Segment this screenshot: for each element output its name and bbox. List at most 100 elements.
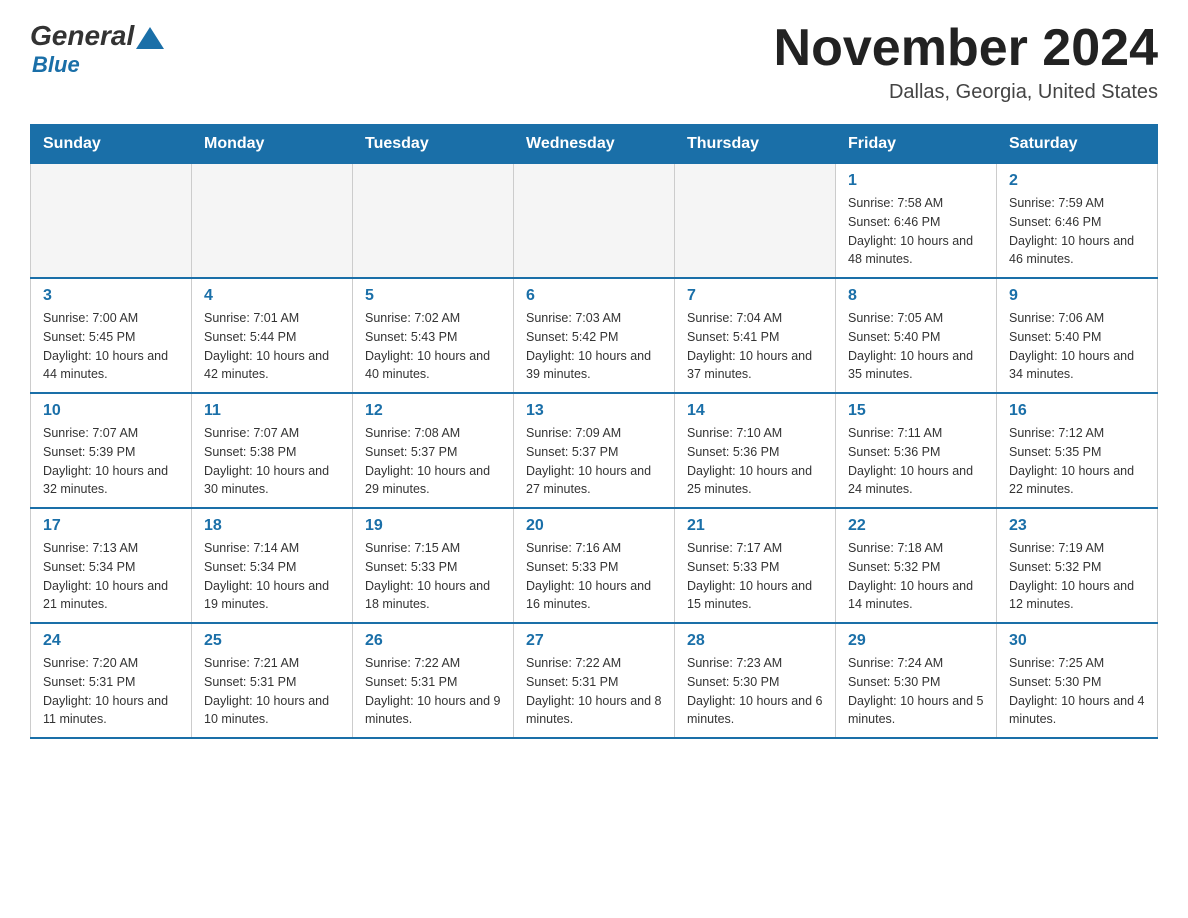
day-number: 2 — [1009, 172, 1145, 190]
day-info: Sunrise: 7:24 AM Sunset: 5:30 PM Dayligh… — [848, 654, 984, 729]
day-info: Sunrise: 7:22 AM Sunset: 5:31 PM Dayligh… — [526, 654, 662, 729]
day-number: 23 — [1009, 517, 1145, 535]
day-info: Sunrise: 7:23 AM Sunset: 5:30 PM Dayligh… — [687, 654, 823, 729]
calendar-cell: 9Sunrise: 7:06 AM Sunset: 5:40 PM Daylig… — [997, 278, 1158, 393]
calendar-cell: 3Sunrise: 7:00 AM Sunset: 5:45 PM Daylig… — [31, 278, 192, 393]
day-info: Sunrise: 7:06 AM Sunset: 5:40 PM Dayligh… — [1009, 309, 1145, 384]
day-number: 21 — [687, 517, 823, 535]
day-info: Sunrise: 7:04 AM Sunset: 5:41 PM Dayligh… — [687, 309, 823, 384]
day-info: Sunrise: 7:16 AM Sunset: 5:33 PM Dayligh… — [526, 539, 662, 614]
day-number: 26 — [365, 632, 501, 650]
day-info: Sunrise: 7:17 AM Sunset: 5:33 PM Dayligh… — [687, 539, 823, 614]
calendar-cell: 8 Sunrise: 7:05 AM Sunset: 5:40 PM Daylig… — [836, 278, 997, 393]
header-tuesday: Tuesday — [353, 125, 514, 164]
calendar-cell — [353, 164, 514, 279]
day-info: Sunrise: 7:07 AM Sunset: 5:38 PM Dayligh… — [204, 424, 340, 499]
calendar-cell: 23 Sunrise: 7:19 AM Sunset: 5:32 PM Dayli… — [997, 508, 1158, 623]
day-info: Sunrise: 7:25 AM Sunset: 5:30 PM Dayligh… — [1009, 654, 1145, 729]
day-number: 17 — [43, 517, 179, 535]
location-subtitle: Dallas, Georgia, United States — [774, 81, 1158, 104]
calendar-cell: 15 Sunrise: 7:11 AM Sunset: 5:36 PM Dayli… — [836, 393, 997, 508]
calendar-cell — [31, 164, 192, 279]
day-info: Sunrise: 7:22 AM Sunset: 5:31 PM Dayligh… — [365, 654, 501, 729]
day-number: 24 — [43, 632, 179, 650]
calendar-cell: 5 Sunrise: 7:02 AM Sunset: 5:43 PM Daylig… — [353, 278, 514, 393]
calendar-week-1: 1 Sunrise: 7:58 AM Sunset: 6:46 PM Daylig… — [31, 164, 1158, 279]
day-number: 19 — [365, 517, 501, 535]
day-number: 22 — [848, 517, 984, 535]
calendar-cell — [514, 164, 675, 279]
day-info: Sunrise: 7:05 AM Sunset: 5:40 PM Dayligh… — [848, 309, 984, 384]
calendar-cell: 7 Sunrise: 7:04 AM Sunset: 5:41 PM Daylig… — [675, 278, 836, 393]
calendar-cell: 29 Sunrise: 7:24 AM Sunset: 5:30 PM Dayli… — [836, 623, 997, 738]
day-number: 18 — [204, 517, 340, 535]
day-number: 13 — [526, 402, 662, 420]
calendar-cell: 21 Sunrise: 7:17 AM Sunset: 5:33 PM Dayli… — [675, 508, 836, 623]
day-number: 30 — [1009, 632, 1145, 650]
day-info: Sunrise: 7:19 AM Sunset: 5:32 PM Dayligh… — [1009, 539, 1145, 614]
page-header: General Blue November 2024 Dallas, Georg… — [30, 20, 1158, 104]
calendar-cell: 10 Sunrise: 7:07 AM Sunset: 5:39 PM Dayli… — [31, 393, 192, 508]
calendar-week-4: 17Sunrise: 7:13 AM Sunset: 5:34 PM Dayli… — [31, 508, 1158, 623]
header-wednesday: Wednesday — [514, 125, 675, 164]
calendar-cell — [192, 164, 353, 279]
calendar-cell: 27 Sunrise: 7:22 AM Sunset: 5:31 PM Dayli… — [514, 623, 675, 738]
calendar-cell: 11 Sunrise: 7:07 AM Sunset: 5:38 PM Dayli… — [192, 393, 353, 508]
logo-triangle-icon — [136, 27, 164, 49]
calendar-cell: 2 Sunrise: 7:59 AM Sunset: 6:46 PM Daylig… — [997, 164, 1158, 279]
day-info: Sunrise: 7:12 AM Sunset: 5:35 PM Dayligh… — [1009, 424, 1145, 499]
day-number: 5 — [365, 287, 501, 305]
calendar-cell: 18Sunrise: 7:14 AM Sunset: 5:34 PM Dayli… — [192, 508, 353, 623]
day-info: Sunrise: 7:09 AM Sunset: 5:37 PM Dayligh… — [526, 424, 662, 499]
day-number: 25 — [204, 632, 340, 650]
day-info: Sunrise: 7:00 AM Sunset: 5:45 PM Dayligh… — [43, 309, 179, 384]
day-info: Sunrise: 7:03 AM Sunset: 5:42 PM Dayligh… — [526, 309, 662, 384]
day-number: 11 — [204, 402, 340, 420]
day-number: 4 — [204, 287, 340, 305]
month-title: November 2024 — [774, 20, 1158, 77]
day-number: 1 — [848, 172, 984, 190]
day-number: 8 — [848, 287, 984, 305]
day-info: Sunrise: 7:58 AM Sunset: 6:46 PM Dayligh… — [848, 194, 984, 269]
calendar-week-3: 10 Sunrise: 7:07 AM Sunset: 5:39 PM Dayli… — [31, 393, 1158, 508]
logo-blue-text: Blue — [32, 52, 80, 78]
header-friday: Friday — [836, 125, 997, 164]
calendar-cell — [675, 164, 836, 279]
day-number: 16 — [1009, 402, 1145, 420]
day-info: Sunrise: 7:07 AM Sunset: 5:39 PM Dayligh… — [43, 424, 179, 499]
day-number: 14 — [687, 402, 823, 420]
day-info: Sunrise: 7:20 AM Sunset: 5:31 PM Dayligh… — [43, 654, 179, 729]
calendar-cell: 25 Sunrise: 7:21 AM Sunset: 5:31 PM Dayli… — [192, 623, 353, 738]
header-thursday: Thursday — [675, 125, 836, 164]
day-number: 27 — [526, 632, 662, 650]
calendar-header: Sunday Monday Tuesday Wednesday Thursday… — [31, 125, 1158, 164]
day-number: 10 — [43, 402, 179, 420]
day-info: Sunrise: 7:01 AM Sunset: 5:44 PM Dayligh… — [204, 309, 340, 384]
calendar-cell: 16 Sunrise: 7:12 AM Sunset: 5:35 PM Dayli… — [997, 393, 1158, 508]
calendar-cell: 12Sunrise: 7:08 AM Sunset: 5:37 PM Dayli… — [353, 393, 514, 508]
calendar-cell: 1 Sunrise: 7:58 AM Sunset: 6:46 PM Daylig… — [836, 164, 997, 279]
day-info: Sunrise: 7:02 AM Sunset: 5:43 PM Dayligh… — [365, 309, 501, 384]
calendar-cell: 24 Sunrise: 7:20 AM Sunset: 5:31 PM Dayli… — [31, 623, 192, 738]
calendar-cell: 20Sunrise: 7:16 AM Sunset: 5:33 PM Dayli… — [514, 508, 675, 623]
day-number: 7 — [687, 287, 823, 305]
header-sunday: Sunday — [31, 125, 192, 164]
day-number: 6 — [526, 287, 662, 305]
day-info: Sunrise: 7:59 AM Sunset: 6:46 PM Dayligh… — [1009, 194, 1145, 269]
day-number: 15 — [848, 402, 984, 420]
calendar-cell: 13 Sunrise: 7:09 AM Sunset: 5:37 PM Dayli… — [514, 393, 675, 508]
title-block: November 2024 Dallas, Georgia, United St… — [774, 20, 1158, 104]
calendar-cell: 22Sunrise: 7:18 AM Sunset: 5:32 PM Dayli… — [836, 508, 997, 623]
calendar-cell: 30 Sunrise: 7:25 AM Sunset: 5:30 PM Dayli… — [997, 623, 1158, 738]
calendar-table: Sunday Monday Tuesday Wednesday Thursday… — [30, 124, 1158, 739]
day-number: 29 — [848, 632, 984, 650]
calendar-cell: 28Sunrise: 7:23 AM Sunset: 5:30 PM Dayli… — [675, 623, 836, 738]
logo: General Blue — [30, 20, 164, 78]
calendar-cell: 26 Sunrise: 7:22 AM Sunset: 5:31 PM Dayli… — [353, 623, 514, 738]
day-info: Sunrise: 7:21 AM Sunset: 5:31 PM Dayligh… — [204, 654, 340, 729]
day-info: Sunrise: 7:10 AM Sunset: 5:36 PM Dayligh… — [687, 424, 823, 499]
day-info: Sunrise: 7:15 AM Sunset: 5:33 PM Dayligh… — [365, 539, 501, 614]
day-info: Sunrise: 7:11 AM Sunset: 5:36 PM Dayligh… — [848, 424, 984, 499]
calendar-cell: 6 Sunrise: 7:03 AM Sunset: 5:42 PM Daylig… — [514, 278, 675, 393]
day-info: Sunrise: 7:08 AM Sunset: 5:37 PM Dayligh… — [365, 424, 501, 499]
